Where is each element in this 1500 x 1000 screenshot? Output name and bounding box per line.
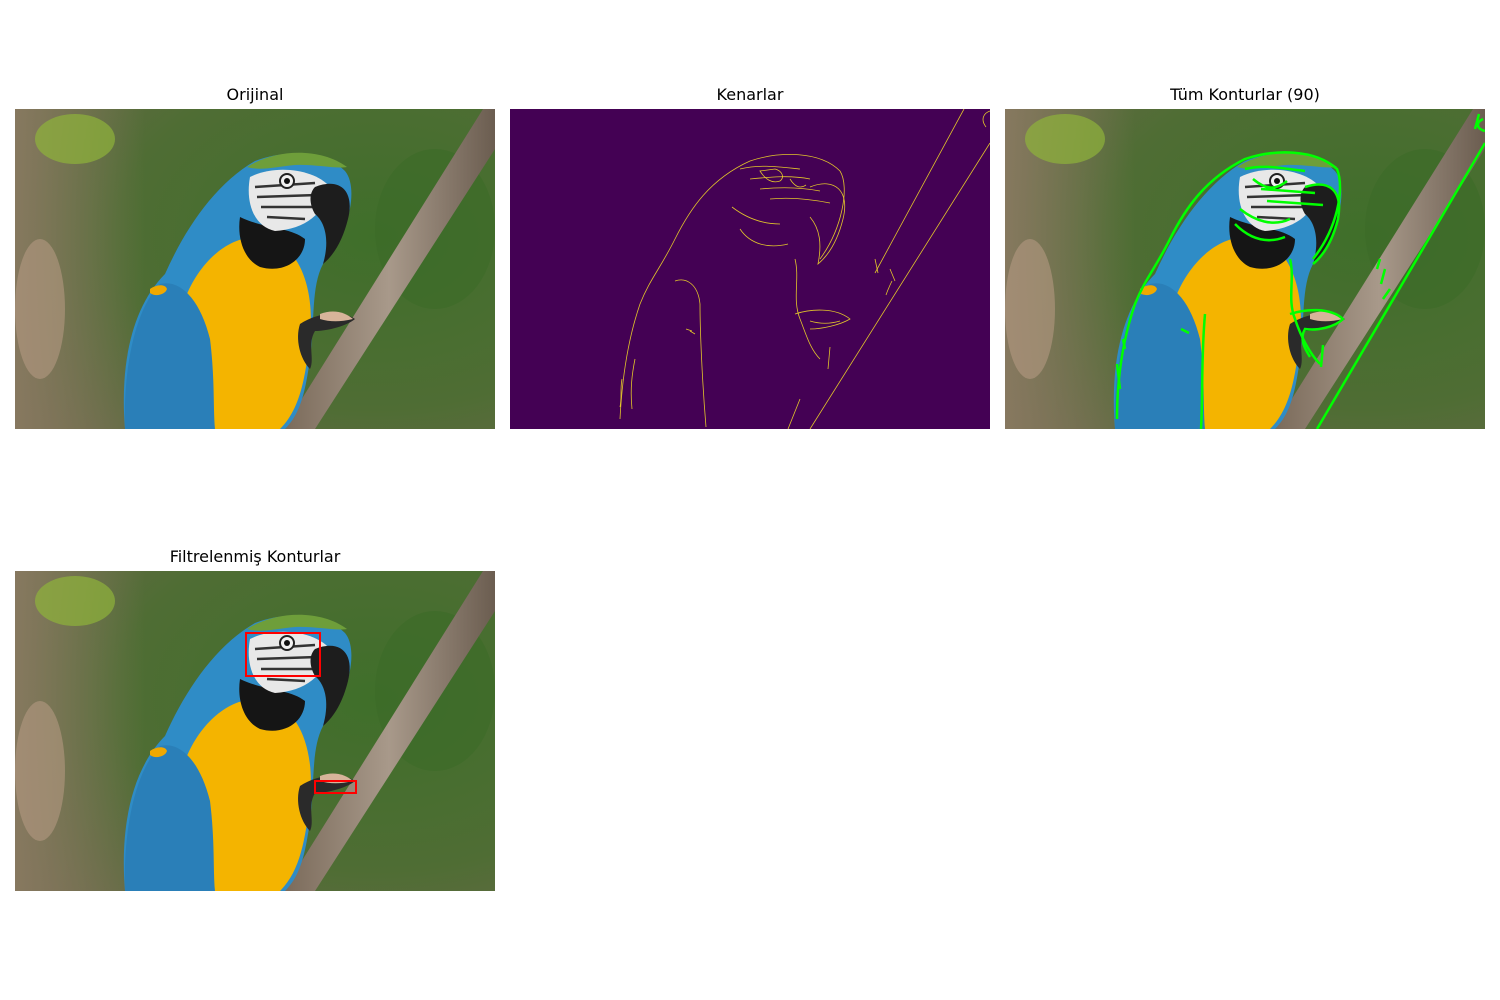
panel-title: Tüm Konturlar (90) [1170,85,1320,104]
panel-title: Kenarlar [716,85,784,104]
panel-title: Filtrelenmiş Konturlar [169,547,341,566]
panel-filtered-contours: Filtrelenmiş Konturlar [15,547,495,891]
panel-title: Orijinal [226,85,284,104]
all-contours-image [1005,109,1485,429]
panel-edges: Kenarlar [510,85,990,429]
panel-original: Orijinal [15,85,495,429]
panel-all-contours: Tüm Konturlar (90) [1005,85,1485,429]
original-image [15,109,495,429]
edges-image [510,109,990,429]
filtered-contours-image [15,571,495,891]
